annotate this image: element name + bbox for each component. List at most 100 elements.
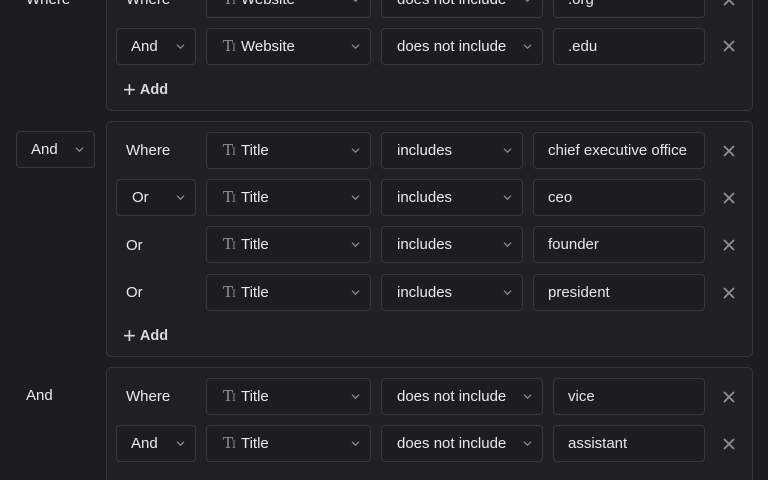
text-type-icon: TI — [223, 235, 236, 253]
row-conjunction: Where — [126, 0, 170, 8]
value-input[interactable]: chief executive office — [533, 132, 705, 169]
row-conjunction: Or — [126, 237, 143, 254]
field-select[interactable]: TI Title — [206, 425, 371, 462]
operator-select[interactable]: includes — [381, 226, 523, 263]
value-input[interactable]: founder — [533, 226, 705, 263]
close-icon[interactable] — [721, 143, 737, 159]
operator-select[interactable]: includes — [381, 274, 523, 311]
text-type-icon: TI — [223, 434, 236, 452]
field-select[interactable]: TI Title — [206, 132, 371, 169]
field-label: Website — [241, 0, 295, 8]
operator-label: does not include — [397, 435, 507, 452]
plus-icon: + — [123, 323, 136, 348]
plus-icon: + — [123, 77, 136, 102]
value-input[interactable]: ceo — [533, 179, 705, 216]
row-conjunction: Or — [126, 284, 143, 301]
row-conjunction: Where — [126, 388, 171, 405]
value-input[interactable]: vice — [553, 378, 705, 415]
value-input[interactable]: .org — [553, 0, 705, 18]
outer-conjunction-label: And — [26, 387, 53, 404]
field-label: Website — [240, 38, 295, 55]
text-type-icon: TI — [223, 0, 236, 7]
chevron-down-icon — [176, 440, 185, 446]
add-label: Add — [139, 82, 169, 98]
value-text: .org — [568, 0, 594, 8]
text-type-icon: TI — [223, 387, 236, 405]
text-type-icon: TI — [223, 283, 236, 301]
close-icon[interactable] — [721, 237, 737, 253]
operator-select[interactable]: does not include — [381, 28, 543, 65]
operator-label: does not include — [382, 0, 506, 8]
outer-conjunction-where: Where — [26, 0, 70, 8]
close-icon[interactable] — [721, 389, 737, 405]
row-conjunction-label: And — [131, 38, 158, 55]
chevron-down-icon — [523, 393, 532, 399]
chevron-down-icon — [75, 146, 84, 152]
field-label: Title — [240, 388, 269, 405]
field-label: Title — [240, 189, 269, 206]
close-icon[interactable] — [721, 436, 737, 452]
chevron-down-icon — [176, 194, 185, 200]
value-text: chief executive office — [548, 142, 687, 159]
field-label: Title — [240, 435, 269, 452]
field-label: Title — [240, 284, 269, 301]
operator-label: does not include — [397, 388, 507, 405]
chevron-down-icon — [176, 43, 185, 49]
row-conjunction-label: And — [131, 435, 158, 452]
chevron-down-icon — [503, 241, 512, 247]
operator-select[interactable]: does not include — [381, 0, 543, 18]
chevron-down-icon — [351, 393, 360, 399]
operator-select[interactable]: includes — [381, 179, 523, 216]
chevron-down-icon — [523, 43, 532, 49]
chevron-down-icon — [503, 147, 512, 153]
value-text: .edu — [568, 38, 598, 55]
chevron-down-icon — [523, 0, 532, 2]
value-input[interactable]: assistant — [553, 425, 705, 462]
value-input[interactable]: president — [533, 274, 705, 311]
row-conjunction-select[interactable]: And — [116, 425, 196, 462]
chevron-down-icon — [351, 147, 360, 153]
chevron-down-icon — [351, 440, 360, 446]
chevron-down-icon — [351, 194, 360, 200]
chevron-down-icon — [523, 440, 532, 446]
row-conjunction: Where — [126, 142, 171, 159]
text-type-icon: TI — [223, 188, 236, 206]
field-select[interactable]: TI Website — [206, 28, 371, 65]
field-select[interactable]: TI Title — [206, 179, 371, 216]
operator-label: does not include — [397, 38, 507, 55]
chevron-down-icon — [351, 289, 360, 295]
close-icon[interactable] — [721, 38, 737, 54]
operator-label: includes — [397, 236, 453, 253]
operator-label: includes — [397, 142, 453, 159]
close-icon[interactable] — [721, 0, 737, 8]
close-icon[interactable] — [721, 285, 737, 301]
operator-select[interactable]: does not include — [381, 425, 543, 462]
text-type-icon: TI — [223, 141, 236, 159]
row-conjunction-select[interactable]: And — [116, 28, 196, 65]
group-conjunction-select[interactable]: And — [16, 131, 95, 168]
field-label: Title — [240, 236, 269, 253]
field-select[interactable]: TI Website — [206, 0, 371, 18]
add-filter-button[interactable]: + Add — [123, 325, 168, 347]
operator-label: includes — [397, 284, 453, 301]
row-conjunction-label: Or — [132, 189, 149, 206]
operator-label: includes — [397, 189, 453, 206]
value-text: founder — [548, 236, 599, 253]
value-text: assistant — [568, 435, 628, 452]
chevron-down-icon — [503, 194, 512, 200]
chevron-down-icon — [351, 43, 360, 49]
value-text: vice — [568, 388, 595, 405]
chevron-down-icon — [351, 0, 360, 2]
field-select[interactable]: TI Title — [206, 226, 371, 263]
value-input[interactable]: .edu — [553, 28, 705, 65]
group-conjunction-label: And — [31, 141, 58, 158]
close-icon[interactable] — [721, 190, 737, 206]
field-select[interactable]: TI Title — [206, 274, 371, 311]
operator-select[interactable]: includes — [381, 132, 523, 169]
value-text: president — [548, 284, 610, 301]
add-label: Add — [139, 328, 169, 344]
row-conjunction-select[interactable]: Or — [116, 179, 196, 216]
operator-select[interactable]: does not include — [381, 378, 543, 415]
add-filter-button[interactable]: + Add — [123, 79, 168, 101]
field-select[interactable]: TI Title — [206, 378, 371, 415]
